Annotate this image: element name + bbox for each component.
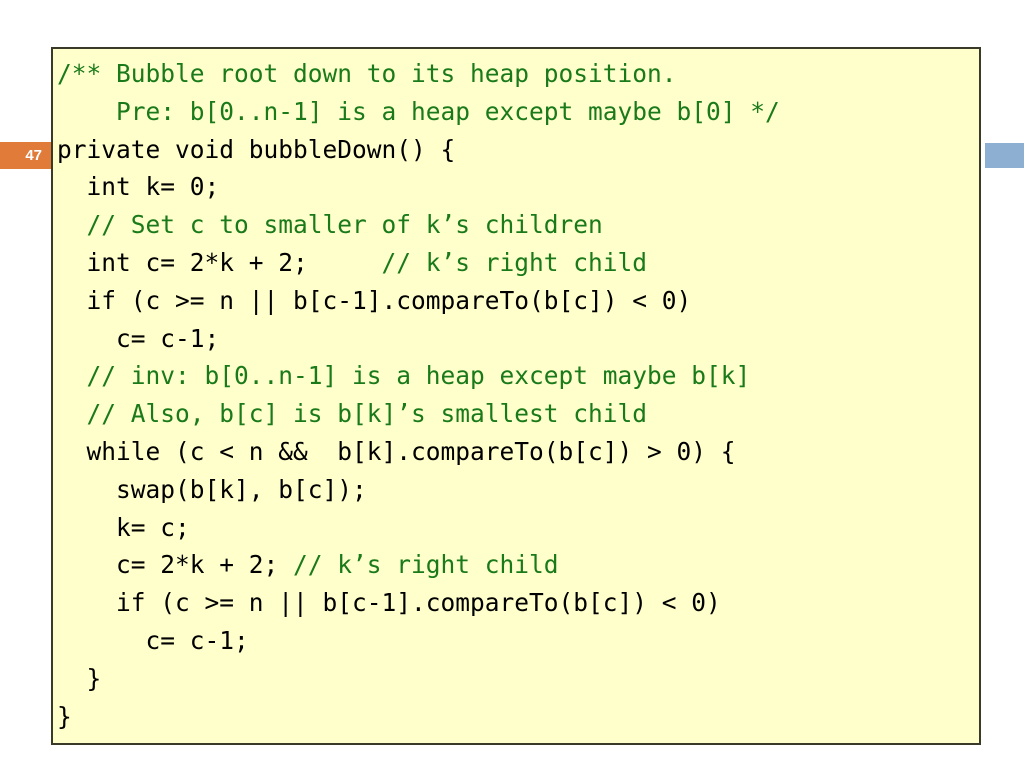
code-line: swap(b[k], b[c]); xyxy=(57,471,979,509)
code-token: if (c >= n || b[c-1].compareTo(b[c]) < 0… xyxy=(57,588,721,618)
code-line: // Set c to smaller of k’s children xyxy=(57,206,979,244)
code-token: if (c >= n || b[c-1].compareTo(b[c]) < 0… xyxy=(57,285,692,315)
code-listing: /** Bubble root down to its heap positio… xyxy=(57,55,979,735)
code-comment-token: // k’s right child xyxy=(381,247,648,277)
code-line: c= c-1; xyxy=(57,320,979,358)
code-token: c= c-1; xyxy=(57,323,220,353)
code-line: int k= 0; xyxy=(57,168,979,206)
accent-bar-right xyxy=(985,143,1024,168)
code-line: int c= 2*k + 2; // k’s right child xyxy=(57,244,979,282)
code-line: // inv: b[0..n-1] is a heap except maybe… xyxy=(57,357,979,395)
code-token: swap(b[k], b[c]); xyxy=(57,474,367,504)
code-comment-token: // Set c to smaller of k’s children xyxy=(86,210,603,240)
code-line: c= c-1; xyxy=(57,622,979,660)
code-token: while (c < n && b[k].compareTo(b[c]) > 0… xyxy=(57,436,736,466)
slide-number-label: 47 xyxy=(25,147,42,164)
code-line: while (c < n && b[k].compareTo(b[c]) > 0… xyxy=(57,433,979,471)
code-line: } xyxy=(57,698,979,736)
code-line: Pre: b[0..n-1] is a heap except maybe b[… xyxy=(57,93,979,131)
code-line: private void bubbleDown() { xyxy=(57,131,979,169)
code-line: if (c >= n || b[c-1].compareTo(b[c]) < 0… xyxy=(57,584,979,622)
code-comment-token: // k’s right child xyxy=(293,550,559,580)
code-comment-token: // inv: b[0..n-1] is a heap except maybe… xyxy=(86,361,751,391)
code-line: c= 2*k + 2; // k’s right child xyxy=(57,546,979,584)
code-block: /** Bubble root down to its heap positio… xyxy=(51,47,981,745)
code-comment-token: Pre: b[0..n-1] is a heap except maybe b[… xyxy=(57,96,780,126)
code-token: } xyxy=(57,663,102,693)
code-line: // Also, b[c] is b[k]’s smallest child xyxy=(57,395,979,433)
code-line: if (c >= n || b[c-1].compareTo(b[c]) < 0… xyxy=(57,282,979,320)
slide-number-badge: 47 xyxy=(0,142,51,169)
code-token: int k= 0; xyxy=(57,172,220,202)
code-token: private void bubbleDown() { xyxy=(57,134,456,164)
code-comment-token: // Also, b[c] is b[k]’s smallest child xyxy=(86,399,648,429)
code-token: c= c-1; xyxy=(57,625,249,655)
code-token: k= c; xyxy=(57,512,190,542)
code-line: } xyxy=(57,660,979,698)
code-token: c= 2*k + 2; xyxy=(57,550,294,580)
code-token: } xyxy=(57,701,72,731)
code-comment-token: /** Bubble root down to its heap positio… xyxy=(57,59,677,88)
code-token: int c= 2*k + 2; xyxy=(57,247,382,277)
code-line: /** Bubble root down to its heap positio… xyxy=(57,55,979,93)
code-line: k= c; xyxy=(57,509,979,547)
